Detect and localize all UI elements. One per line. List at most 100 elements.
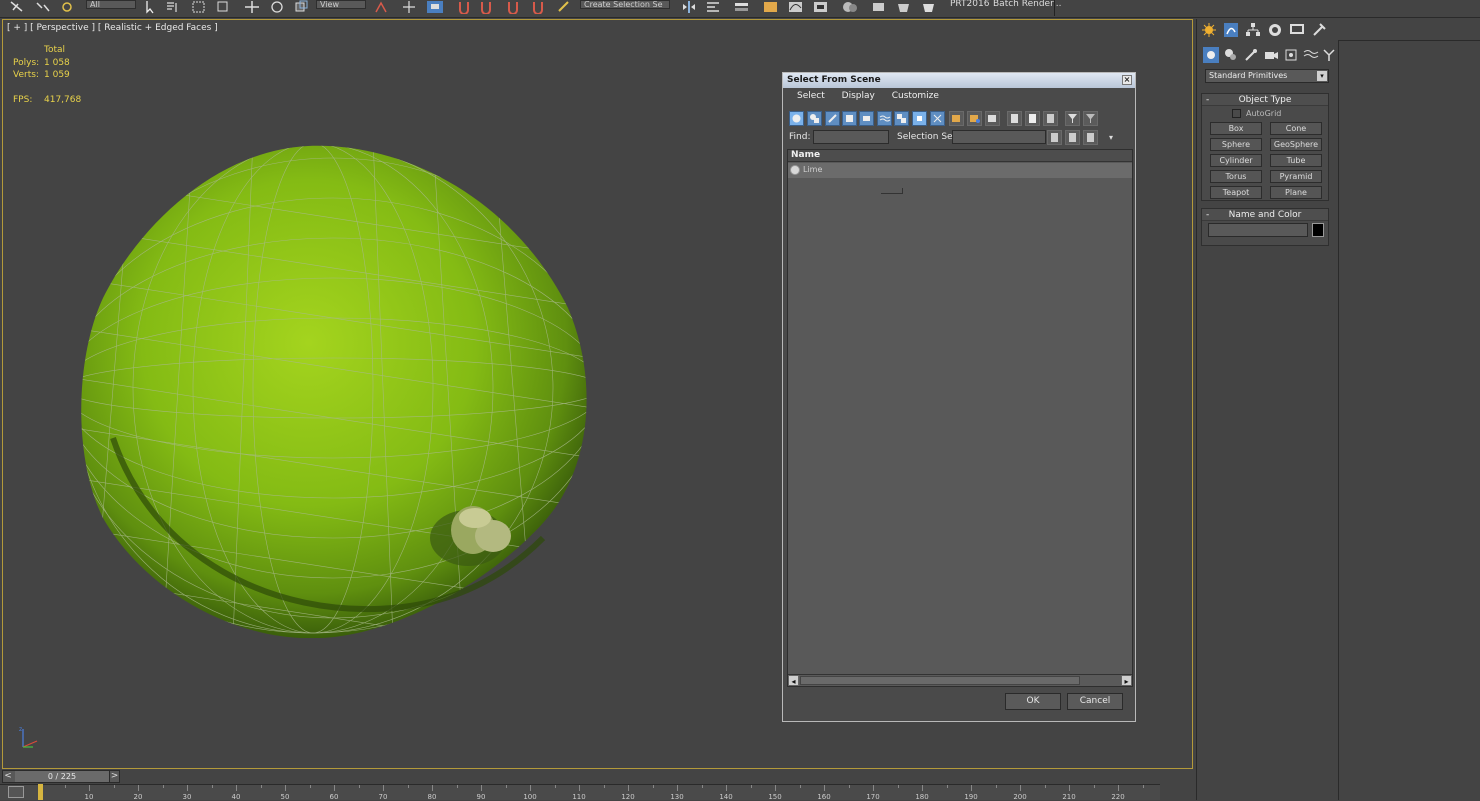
select-invert-icon[interactable]	[1043, 111, 1058, 126]
helpers-filter-icon[interactable]	[859, 111, 874, 126]
cone-button[interactable]: Cone	[1270, 122, 1322, 135]
add-selection-set-icon[interactable]	[1065, 130, 1080, 145]
edit-named-selection-icon[interactable]	[556, 0, 574, 14]
keyboard-shortcut-icon[interactable]	[426, 0, 444, 14]
batch-render-button[interactable]: Batch Render...	[993, 0, 1062, 9]
time-slider[interactable]: < 0 / 225 >	[2, 770, 120, 783]
align-icon[interactable]	[705, 0, 723, 14]
groups-filter-icon[interactable]	[894, 111, 909, 126]
name-and-color-header[interactable]: - Name and Color	[1202, 209, 1328, 221]
box-button[interactable]: Box	[1210, 122, 1262, 135]
next-frame-button[interactable]: >	[109, 771, 119, 782]
time-cursor[interactable]	[38, 784, 43, 800]
time-slider-thumb[interactable]: 0 / 225	[15, 771, 109, 782]
render-setup-icon[interactable]	[870, 0, 888, 14]
save-selection-set-icon[interactable]	[1047, 130, 1062, 145]
menu-display[interactable]: Display	[842, 91, 875, 101]
cancel-button[interactable]: Cancel	[1067, 693, 1123, 710]
select-by-name-icon[interactable]	[165, 0, 183, 14]
select-object-icon[interactable]	[142, 0, 160, 14]
filter-icon[interactable]	[1065, 111, 1080, 126]
geometry-category-icon[interactable]	[1203, 47, 1221, 63]
object-color-swatch[interactable]	[1312, 223, 1324, 237]
display-all-icon[interactable]	[949, 111, 964, 126]
selection-filter-dropdown[interactable]: All	[86, 0, 136, 9]
ok-button[interactable]: OK	[1005, 693, 1061, 710]
scale-icon[interactable]	[293, 0, 311, 14]
horizontal-scrollbar[interactable]: ◂ ▸	[788, 674, 1132, 686]
spacewarps-filter-icon[interactable]	[877, 111, 892, 126]
plane-button[interactable]: Plane	[1270, 186, 1322, 199]
dialog-titlebar[interactable]: Select From Scene ×	[783, 73, 1135, 88]
motion-tab-icon[interactable]	[1267, 22, 1285, 38]
bind-spacewarp-icon[interactable]	[58, 0, 76, 14]
pivot-icon[interactable]	[372, 0, 390, 14]
overflow-chevron-icon[interactable]: ▾	[1109, 133, 1113, 142]
category-dropdown[interactable]: Standard Primitives ▾	[1205, 69, 1329, 83]
percent-snap-icon[interactable]	[505, 0, 523, 15]
pyramid-button[interactable]: Pyramid	[1270, 170, 1322, 183]
cameras-category-icon[interactable]	[1263, 47, 1281, 63]
layer-manager-icon[interactable]	[733, 0, 751, 14]
shapes-category-icon[interactable]	[1223, 47, 1241, 63]
scroll-thumb[interactable]	[800, 676, 1080, 685]
curve-editor-icon[interactable]	[787, 0, 805, 14]
spacewarps-category-icon[interactable]	[1303, 47, 1321, 63]
cylinder-button[interactable]: Cylinder	[1210, 154, 1262, 167]
lights-category-icon[interactable]	[1243, 47, 1261, 63]
unlink-icon[interactable]	[34, 0, 52, 14]
geometry-filter-icon[interactable]	[789, 111, 804, 126]
select-none-icon[interactable]	[1025, 111, 1040, 126]
invert-display-icon[interactable]	[985, 111, 1000, 126]
viewport-label[interactable]: [ + ] [ Perspective ] [ Realistic + Edge…	[7, 23, 218, 33]
scene-object-list[interactable]: Name Lime ◂ ▸	[787, 149, 1133, 687]
selection-set-dropdown[interactable]	[952, 130, 1046, 144]
prev-frame-button[interactable]: <	[3, 771, 13, 782]
prt-label[interactable]: PRT2016	[950, 0, 989, 9]
named-selection-dropdown[interactable]: Create Selection Se	[580, 0, 670, 9]
find-input[interactable]	[813, 130, 889, 144]
teapot-button[interactable]: Teapot	[1210, 186, 1262, 199]
column-header-name[interactable]: Name	[788, 150, 1132, 162]
lights-filter-icon[interactable]	[825, 111, 840, 126]
torus-button[interactable]: Torus	[1210, 170, 1262, 183]
angle-snap-icon[interactable]	[478, 0, 496, 15]
select-all-icon[interactable]	[1007, 111, 1022, 126]
modify-tab-icon[interactable]	[1223, 22, 1241, 38]
schematic-view-icon[interactable]	[812, 0, 830, 14]
scroll-left-icon[interactable]: ◂	[788, 675, 799, 686]
filter-options-icon[interactable]	[1083, 111, 1098, 126]
menu-customize[interactable]: Customize	[892, 91, 939, 101]
graphite-modeling-icon[interactable]	[762, 0, 780, 14]
render-production-icon[interactable]	[920, 0, 938, 14]
display-tab-icon[interactable]	[1289, 22, 1307, 38]
tube-button[interactable]: Tube	[1270, 154, 1322, 167]
move-icon[interactable]	[243, 0, 261, 14]
resize-handle[interactable]	[881, 188, 903, 194]
track-bar[interactable]: 10 20 30 40 50 60 70 80 90 100 110 120 130 140 150 160 1…	[0, 784, 1160, 801]
mirror-icon[interactable]	[680, 0, 698, 14]
snap-toggle-icon[interactable]	[456, 0, 474, 15]
shapes-filter-icon[interactable]	[807, 111, 822, 126]
rect-selection-icon[interactable]	[190, 0, 208, 14]
ref-coord-dropdown[interactable]: View	[316, 0, 366, 9]
create-tab-icon[interactable]	[1201, 22, 1219, 38]
menu-select[interactable]: Select	[797, 91, 825, 101]
systems-category-icon[interactable]	[1321, 47, 1339, 63]
select-link-icon[interactable]	[8, 0, 26, 14]
rendered-frame-icon[interactable]	[895, 0, 913, 14]
rotate-icon[interactable]	[268, 0, 286, 14]
object-type-header[interactable]: - Object Type	[1202, 94, 1328, 106]
manipulate-icon[interactable]	[400, 0, 418, 14]
close-button[interactable]: ×	[1122, 75, 1132, 85]
helpers-category-icon[interactable]	[1283, 47, 1301, 63]
utilities-tab-icon[interactable]	[1311, 22, 1329, 38]
remove-selection-set-icon[interactable]	[1083, 130, 1098, 145]
material-editor-icon[interactable]	[841, 0, 859, 14]
autogrid-checkbox[interactable]	[1232, 109, 1241, 118]
scroll-right-icon[interactable]: ▸	[1121, 675, 1132, 686]
mini-curve-editor-icon[interactable]	[8, 786, 24, 798]
object-name-input[interactable]	[1208, 223, 1308, 237]
spinner-snap-icon[interactable]	[530, 0, 548, 15]
hierarchy-tab-icon[interactable]	[1245, 22, 1263, 38]
